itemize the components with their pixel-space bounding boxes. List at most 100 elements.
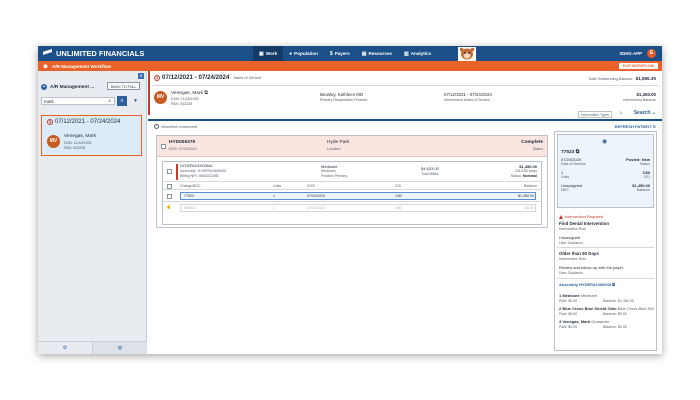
claim-panel: HYDEPA1000038A1 Assembly: HYDEPA1000038 …: [162, 161, 542, 225]
workflow-connected-status: ✓ Workflow connected: [154, 124, 198, 129]
patient-name[interactable]: Venegas, Mark ⧉: [171, 90, 208, 96]
total-billed: $4,633.00: [421, 166, 439, 171]
intervention-types-select[interactable]: Intervention Types: [578, 111, 612, 118]
assembly-link[interactable]: Assembly HYDEPA1000038 ⧉: [559, 282, 615, 287]
nav-item-payers[interactable]: $ Payers: [324, 46, 356, 61]
search-button[interactable]: Search ⌄: [634, 110, 656, 116]
table-header: Charge/NDC Units DOS ICD Balance: [163, 182, 541, 190]
encounter-checkbox[interactable]: [161, 144, 166, 149]
dollar-icon: $: [329, 50, 333, 57]
globe-icon[interactable]: ◍: [92, 342, 147, 354]
divider: [152, 85, 658, 86]
payer-name: 3 Venegas, Mark Guarantor: [559, 319, 610, 324]
nav-item-resources[interactable]: ▤ Resources: [356, 46, 398, 61]
intervention-dates: 07/12/2021 - 07/24/2024: [444, 92, 492, 97]
settings-icon[interactable]: ⚙: [38, 342, 92, 354]
charge-dos: 07/24/2024: [307, 194, 325, 198]
provider-label: Primary Responsible Provider: [320, 98, 368, 102]
claim-assembly: Assembly: HYDEPA1000038: [180, 169, 227, 173]
home-icon[interactable]: [43, 64, 48, 68]
app-window: UNLIMITED FINANCIALS ▣ Work ● Population…: [38, 46, 662, 354]
patient-card-date: $ 07/12/2021 - 07/24/2024: [47, 119, 121, 125]
sidebar-title: A/R Management ...: [50, 84, 95, 90]
filter-icon[interactable]: ▼: [133, 98, 138, 104]
charge-code[interactable]: 77523 ⧉: [561, 149, 579, 155]
clear-search-icon[interactable]: ⊗: [108, 98, 111, 103]
book-icon: ▤: [361, 50, 367, 57]
external-link-icon[interactable]: ⧉: [612, 282, 615, 287]
charge-units: 1: [273, 206, 275, 210]
claim-days: 151/180 Days: [514, 169, 537, 173]
provider-name: Beasley, Kathleen MD: [320, 92, 364, 97]
main-content: $ 07/12/2021 - 07/24/2024 Dates of Servi…: [148, 71, 662, 354]
intervention-balance: $1,450.00: [636, 92, 656, 97]
header-date-range: $ 07/12/2021 - 07/24/2024 Dates of Servi…: [154, 74, 262, 81]
claim-id: HYDEPA1000038A1: [180, 164, 213, 168]
nav-item-analytics[interactable]: ▥ Analytics: [398, 46, 437, 61]
charge-ndc-label: NDC: [561, 188, 569, 192]
charge-detail-panel: ◉ 77523 ⧉ 07/24/2024 Date of Service Pos…: [554, 131, 657, 351]
workflow-title: A/R Management Workflow: [52, 63, 112, 69]
table-row[interactable]: ☝ SAW22 1 07/24/2024 C80 $0.00: [163, 202, 541, 214]
eye-icon[interactable]: ◉: [602, 138, 607, 145]
chart-icon: ▥: [404, 50, 409, 57]
encounter-panel: HYD006379 DOS: 07/24/2024 Hyde Park Loca…: [156, 135, 548, 228]
charge-icd: C80: [395, 194, 402, 198]
claim-row: HYDEPA1000038A1 Assembly: HYDEPA1000038 …: [163, 162, 541, 182]
refresh-patient-button[interactable]: REFRESH PATIENT ↻: [615, 124, 656, 129]
briefcase-icon: ▣: [259, 50, 264, 57]
brand-name: UNLIMITED FINANCIALS: [56, 49, 145, 58]
charge-units: 1: [273, 194, 275, 198]
column-header: DOS: [307, 184, 315, 188]
patient-name: Venegas, Mark: [64, 134, 96, 139]
charge-dos: 07/24/2024: [307, 206, 325, 210]
mascot-icon: [458, 47, 476, 61]
payer-balance: Balance: $0.00: [603, 325, 627, 329]
total-billed-label: Total Billed: [421, 172, 439, 176]
select-all-checkbox[interactable]: [167, 183, 172, 189]
patient-pan: PAN: 543228: [171, 102, 193, 106]
check-circle-icon: ✓: [154, 124, 159, 129]
claim-status: Status: Nominal: [510, 174, 537, 178]
brand[interactable]: UNLIMITED FINANCIALS: [38, 49, 253, 58]
patient-search-input[interactable]: mark: [41, 97, 115, 105]
back-to-full-button[interactable]: BACK TO FULL: [107, 82, 141, 90]
collapse-sidebar-icon[interactable]: ✕: [138, 73, 144, 79]
top-nav: UNLIMITED FINANCIALS ▣ Work ● Population…: [38, 46, 662, 61]
column-header: Units: [273, 184, 282, 188]
charge-balance: $1,450.00: [518, 194, 534, 198]
encounter-status-label: Status: [532, 147, 543, 151]
app-name: XDHG-APP: [619, 51, 642, 56]
avatar: MV: [154, 91, 167, 104]
patient-dob: DOB: 11/18/1935: [171, 97, 199, 101]
nav-item-work[interactable]: ▣ Work: [253, 46, 284, 61]
row-checkbox[interactable]: [167, 193, 172, 199]
guidance-label: User Guidance: [559, 271, 583, 275]
guidance-value: Unassigned: [559, 235, 581, 240]
external-link-icon[interactable]: ⧉: [576, 150, 579, 155]
guidance-value: Review and follow-up with the payer.: [559, 265, 624, 270]
search-button[interactable]: ⌕: [117, 96, 127, 106]
charge-row-field[interactable]: [180, 192, 536, 200]
patient-card[interactable]: $ 07/12/2021 - 07/24/2024 MV Venegas, Ma…: [41, 115, 142, 156]
add-icon[interactable]: +: [41, 84, 47, 90]
intervention-types-count: 1: [619, 111, 622, 115]
exit-workflow-button[interactable]: EXIT WORKFLOW: [619, 63, 658, 69]
workflow-bar: A/R Management Workflow EXIT WORKFLOW: [38, 61, 662, 71]
hand-pointer-icon: ☝: [166, 204, 172, 209]
patient-dob: DOB: 11/18/1935: [64, 141, 92, 145]
table-row[interactable]: 77523 1 07/24/2024 C80 $1,450.00: [163, 190, 541, 202]
claim-checkbox[interactable]: [167, 169, 172, 174]
encounter-status: Complete: [521, 140, 543, 145]
payer-name: 1 Medicare Medicare: [559, 293, 598, 298]
avatar: MV: [47, 135, 60, 148]
payer-paid: Paid: $0.00: [559, 299, 578, 303]
user-avatar[interactable]: E: [647, 49, 656, 58]
external-link-icon[interactable]: ⧉: [204, 91, 207, 96]
charge-balance-label: Balance: [637, 188, 650, 192]
nav-item-population[interactable]: ● Population: [283, 46, 324, 61]
chevron-down-icon: ⌄: [651, 110, 656, 116]
total-outstanding-balance: Total Outstanding Balance $1,555.30: [588, 76, 656, 81]
charge-summary: ◉ 77523 ⧉ 07/24/2024 Date of Service Pos…: [557, 134, 654, 208]
charge-row-field[interactable]: [180, 204, 536, 212]
